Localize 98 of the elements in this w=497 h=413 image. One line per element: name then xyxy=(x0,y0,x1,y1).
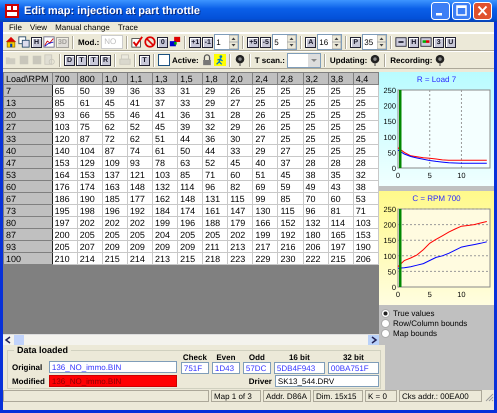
checksum-field[interactable]: 5DB4F943 xyxy=(274,362,325,374)
minimize-button[interactable] xyxy=(431,2,450,20)
toolbar-label: Updating: xyxy=(330,56,368,64)
pin-icon[interactable] xyxy=(234,54,246,66)
radio-button[interactable] xyxy=(381,329,390,338)
field-label: Driver xyxy=(248,376,272,386)
column-header: 800 xyxy=(77,72,102,84)
scroll-thumb[interactable] xyxy=(14,335,24,345)
menu-item[interactable]: View xyxy=(26,22,52,32)
app-icon xyxy=(5,4,19,18)
copy-icon[interactable] xyxy=(18,36,30,48)
toolbar-label: T scan.: xyxy=(254,56,285,64)
toolbar-label: Recording: xyxy=(390,56,432,64)
horizontal-scrollbar[interactable] xyxy=(3,334,379,345)
field-label: Even xyxy=(216,353,236,362)
column-header: Load\RPM xyxy=(4,72,52,84)
chart-title: R = Load 7 xyxy=(416,75,456,84)
pin-icon[interactable] xyxy=(434,54,446,66)
row-header: 47 xyxy=(4,156,52,168)
checksum-field[interactable]: 00BA751F xyxy=(328,362,379,374)
minus-box-icon[interactable] xyxy=(395,36,408,48)
spin-arrows-icon[interactable] xyxy=(377,35,386,49)
radio-button[interactable] xyxy=(381,309,390,318)
maximize-button[interactable] xyxy=(452,2,471,20)
column-header: 1,5 xyxy=(178,72,203,84)
row-header: 73 xyxy=(4,204,52,216)
row-header: 27 xyxy=(4,120,52,132)
file-field[interactable]: 136_NO_immo.BIN xyxy=(48,361,177,373)
no-sign-icon[interactable] xyxy=(144,36,156,48)
row-header: 100 xyxy=(4,252,52,264)
spin-field[interactable]: 1 xyxy=(214,34,240,50)
row-header: 53 xyxy=(4,168,52,180)
spin-field[interactable]: 5 xyxy=(272,34,298,50)
field-label: Original xyxy=(12,362,44,373)
radio-label: True values xyxy=(393,309,434,318)
row-header: 33 xyxy=(4,132,52,144)
radio-label: Map bounds xyxy=(393,329,438,338)
column-header: 1,3 xyxy=(152,72,178,84)
column-header: 1,8 xyxy=(202,72,228,84)
status-text: Addr. D86A xyxy=(263,390,311,402)
field-label: Modified xyxy=(12,376,45,387)
spin-arrows-icon[interactable] xyxy=(287,35,296,49)
spin-field[interactable]: 35 xyxy=(362,34,388,50)
spin-arrows-icon[interactable] xyxy=(229,35,238,49)
column-header: 1,0 xyxy=(102,72,128,84)
close-button[interactable] xyxy=(473,2,492,20)
row-header: 13 xyxy=(4,96,52,108)
resize-grip-icon[interactable] xyxy=(484,392,494,402)
column-header: 1,1 xyxy=(127,72,152,84)
chart-icon[interactable] xyxy=(43,36,55,48)
house-icon[interactable] xyxy=(5,36,17,48)
checkmark-icon[interactable] xyxy=(131,36,144,48)
row-header: 40 xyxy=(4,144,52,156)
running-figure-icon[interactable] xyxy=(214,54,226,66)
status-text: Cks addr.: 00EA00 xyxy=(399,390,482,402)
menu-item[interactable]: File xyxy=(5,22,26,32)
checksum-field[interactable]: 751F xyxy=(180,362,209,374)
column-header: 2,4 xyxy=(252,72,278,84)
scroll-right-icon[interactable] xyxy=(368,335,379,345)
column-header: 4,4 xyxy=(353,72,378,84)
checksum-field[interactable]: 57DC xyxy=(242,362,271,374)
row-header: 93 xyxy=(4,240,52,252)
field-label: 32 bit xyxy=(342,353,364,362)
field-label: 16 bit xyxy=(288,353,310,362)
spin-field[interactable]: 16 xyxy=(317,34,342,50)
row-header: 87 xyxy=(4,228,52,240)
row-header: 20 xyxy=(4,108,52,120)
column-header: 3,2 xyxy=(303,72,328,84)
driver-field[interactable]: SK13_544.DRV xyxy=(274,375,379,387)
menu-item[interactable]: Trace xyxy=(114,22,142,32)
status-text: K = 0 xyxy=(365,390,397,402)
checkbox[interactable] xyxy=(158,54,170,66)
toolbar-label: Mod.: xyxy=(78,38,100,46)
window-title: Edit map: injection at part throttle xyxy=(24,5,202,17)
spin-arrows-icon[interactable] xyxy=(332,35,342,49)
checkbox-label: Active: xyxy=(172,56,199,64)
pin-icon[interactable] xyxy=(369,54,382,66)
status-text: Dim. 15x15 xyxy=(313,390,363,402)
column-header: 2,0 xyxy=(228,72,253,84)
checksum-field[interactable]: 1D43 xyxy=(212,362,240,374)
status-text: Map 1 of 3 xyxy=(211,390,261,402)
column-header: 2,8 xyxy=(278,72,304,84)
column-header: 3,8 xyxy=(328,72,354,84)
color-bar-icon[interactable] xyxy=(420,36,432,48)
row-header: 80 xyxy=(4,216,52,228)
menu-item[interactable]: Manual change xyxy=(51,22,114,32)
radio-button[interactable] xyxy=(381,319,390,328)
column-header: 700 xyxy=(52,72,78,84)
row-header: 7 xyxy=(4,84,52,96)
padlock-icon[interactable] xyxy=(200,54,213,66)
radio-label: Row/Column bounds xyxy=(393,319,468,328)
color-squares-icon[interactable] xyxy=(169,36,182,48)
row-header: 60 xyxy=(4,180,52,192)
group-title: Data loaded xyxy=(14,345,72,355)
chart-title: C = RPM 700 xyxy=(412,194,461,203)
field-label: Check xyxy=(182,353,207,362)
field-label: Odd xyxy=(248,353,265,362)
row-header: 67 xyxy=(4,192,52,204)
